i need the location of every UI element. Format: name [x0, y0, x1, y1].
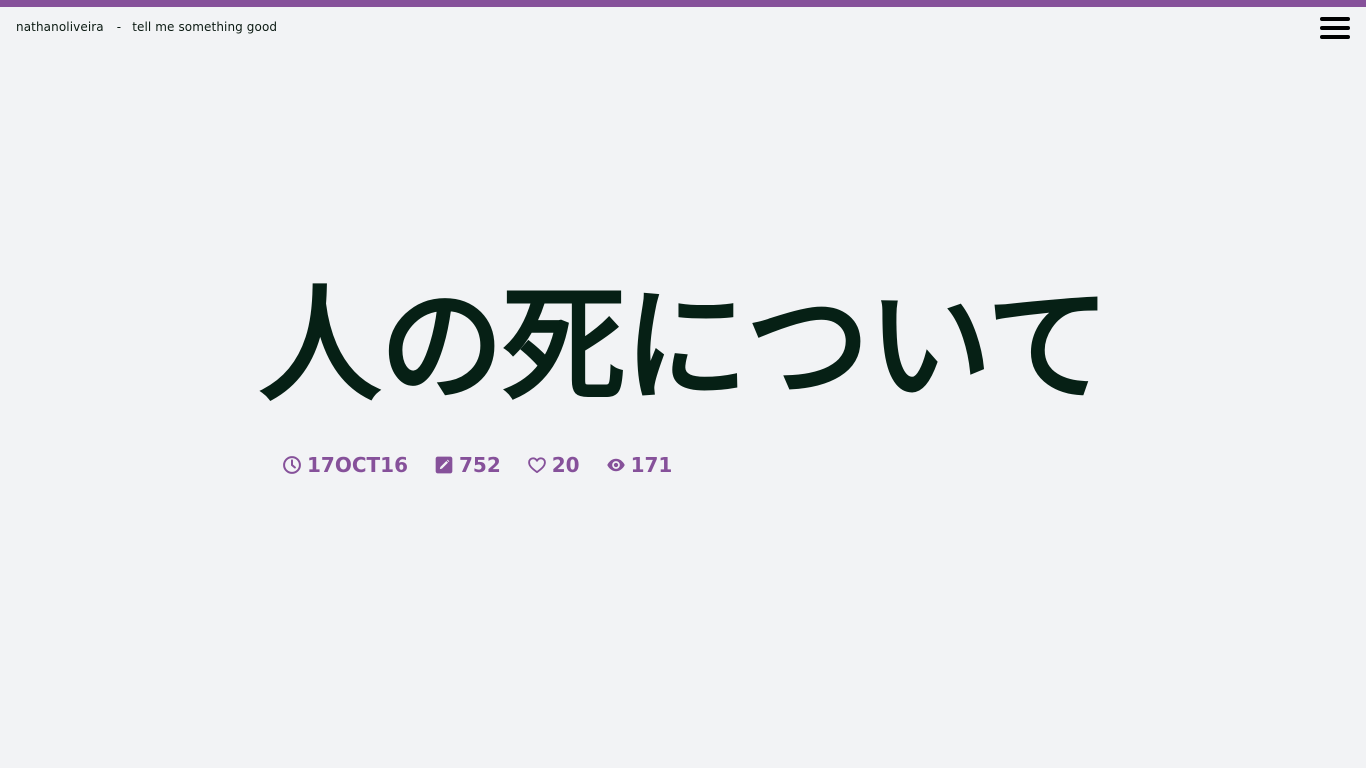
post-likes-value: 20: [551, 453, 580, 477]
menu-bar-middle: [1320, 26, 1350, 30]
site-header: nathanoliveira - tell me something good: [16, 20, 277, 34]
menu-bar-bottom: [1320, 35, 1350, 39]
eye-icon: [606, 458, 625, 472]
site-name-link[interactable]: nathanoliveira: [16, 20, 104, 34]
heart-icon: [527, 457, 546, 473]
edit-icon: [435, 456, 453, 474]
clock-icon: [283, 456, 301, 474]
site-tagline-link[interactable]: tell me something good: [132, 20, 277, 34]
post-meta: 17OCT16 752 20 171: [282, 453, 698, 477]
menu-bar-top: [1320, 17, 1350, 21]
post-date: 17OCT16: [282, 453, 408, 477]
post-views: 171: [606, 453, 673, 477]
post-views-value: 171: [630, 453, 673, 477]
post-likes[interactable]: 20: [527, 453, 580, 477]
header-separator: -: [116, 20, 122, 34]
post-word-count: 752: [434, 453, 501, 477]
post-title: 人の死について: [257, 275, 1110, 419]
top-accent-bar: [0, 0, 1366, 7]
post-word-count-value: 752: [459, 453, 501, 477]
hamburger-menu-icon[interactable]: [1320, 17, 1350, 39]
post-date-value: 17OCT16: [307, 453, 408, 477]
